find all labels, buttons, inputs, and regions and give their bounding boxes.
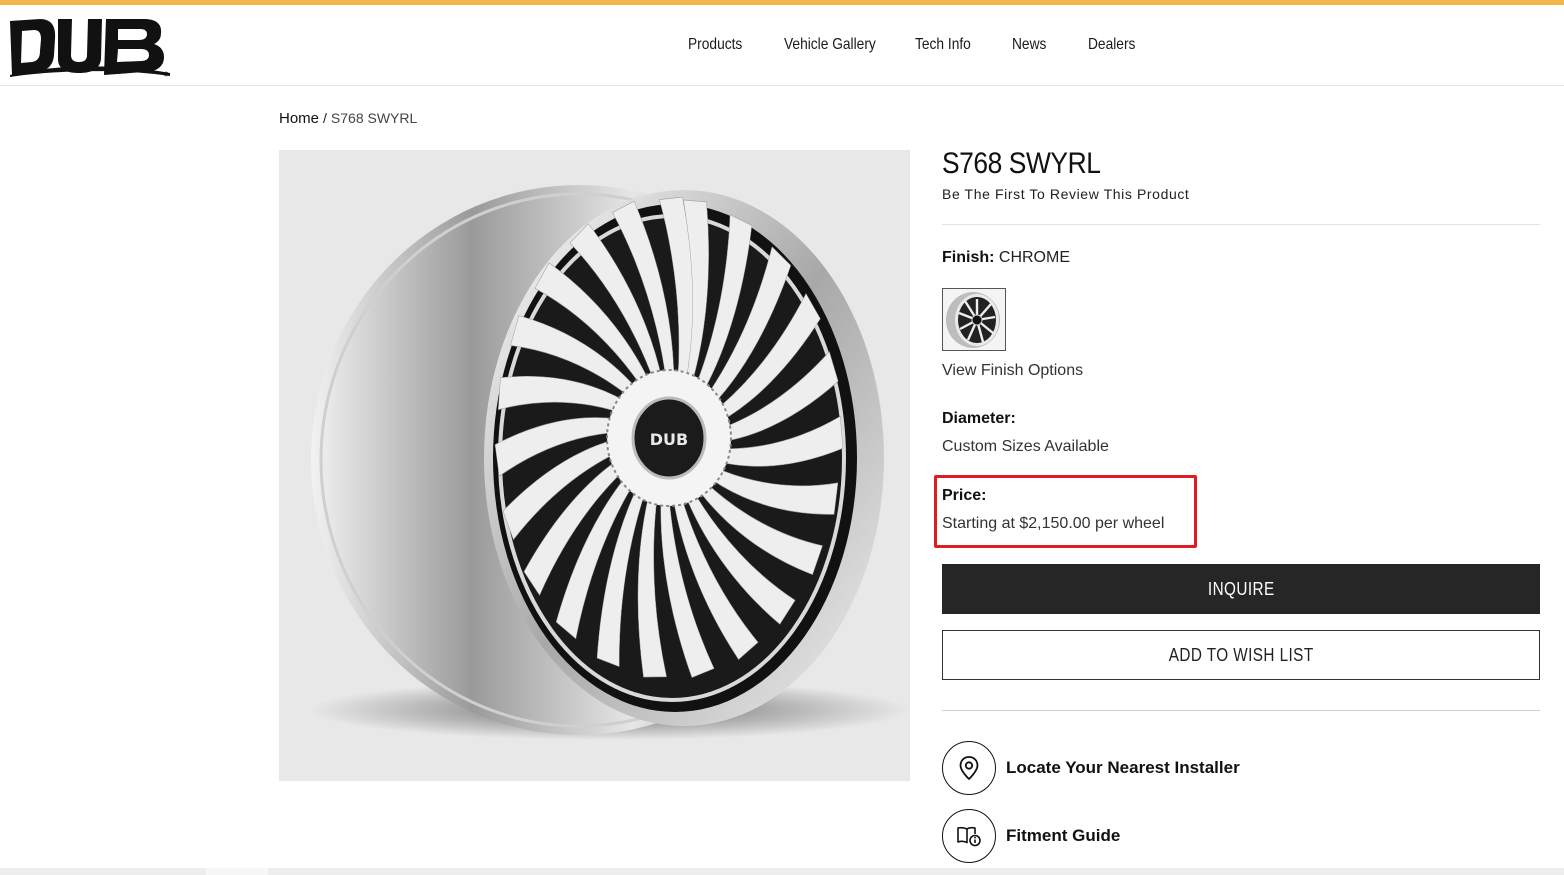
map-pin-icon <box>942 741 996 795</box>
nav-tech-info[interactable]: Tech Info <box>915 36 971 54</box>
book-info-icon <box>942 809 996 863</box>
diameter-label: Diameter: <box>942 410 1016 427</box>
finish-swatch-chrome[interactable] <box>942 288 1006 351</box>
price-highlight-box <box>934 475 1197 548</box>
fitment-guide-link[interactable]: Fitment Guide <box>942 809 1120 863</box>
view-finish-options-link[interactable]: View Finish Options <box>942 362 1083 380</box>
product-title: S768 SWYRL <box>942 147 1101 180</box>
nav-news[interactable]: News <box>1012 36 1046 54</box>
nav-dealers[interactable]: Dealers <box>1088 36 1135 54</box>
fitment-guide-label: Fitment Guide <box>1006 826 1121 845</box>
price-value: Starting at $2,150.00 per wheel <box>942 515 1165 532</box>
breadcrumb: Home / S768 SWYRL <box>279 110 417 127</box>
diameter-value: Custom Sizes Available <box>942 438 1109 455</box>
horizontal-scrollbar[interactable] <box>0 868 1564 875</box>
wheel-thumbnail <box>946 292 1000 348</box>
divider <box>942 710 1540 711</box>
nav-vehicle-gallery[interactable]: Vehicle Gallery <box>784 36 876 54</box>
inquire-button-label: INQUIRE <box>1207 578 1275 599</box>
wheel-image: DUB <box>309 185 909 740</box>
breadcrumb-current: S768 SWYRL <box>330 110 418 126</box>
finish-row: Finish: CHROME <box>942 249 1070 267</box>
breadcrumb-separator: / <box>323 110 327 126</box>
review-link[interactable]: Be The First To Review This Product <box>942 186 1189 202</box>
site-header: Products Vehicle Gallery Tech Info News … <box>0 5 1564 86</box>
inquire-button[interactable]: INQUIRE <box>942 564 1540 614</box>
main-nav: Products Vehicle Gallery Tech Info News … <box>0 5 1564 86</box>
wish-list-button-label: ADD TO WISH LIST <box>1168 644 1314 665</box>
locate-installer-link[interactable]: Locate Your Nearest Installer <box>942 741 1240 795</box>
add-to-wish-list-button[interactable]: ADD TO WISH LIST <box>942 630 1540 680</box>
locate-installer-label: Locate Your Nearest Installer <box>1006 758 1240 777</box>
finish-value: CHROME <box>998 249 1070 266</box>
finish-label: Finish: <box>942 249 995 266</box>
divider <box>942 224 1540 225</box>
breadcrumb-home-link[interactable]: Home <box>279 110 319 127</box>
price-label: Price: <box>942 487 987 504</box>
scrollbar-thumb[interactable] <box>206 868 268 875</box>
nav-products[interactable]: Products <box>688 36 742 54</box>
svg-text:DUB: DUB <box>650 430 688 449</box>
product-image[interactable]: DUB <box>279 150 910 781</box>
